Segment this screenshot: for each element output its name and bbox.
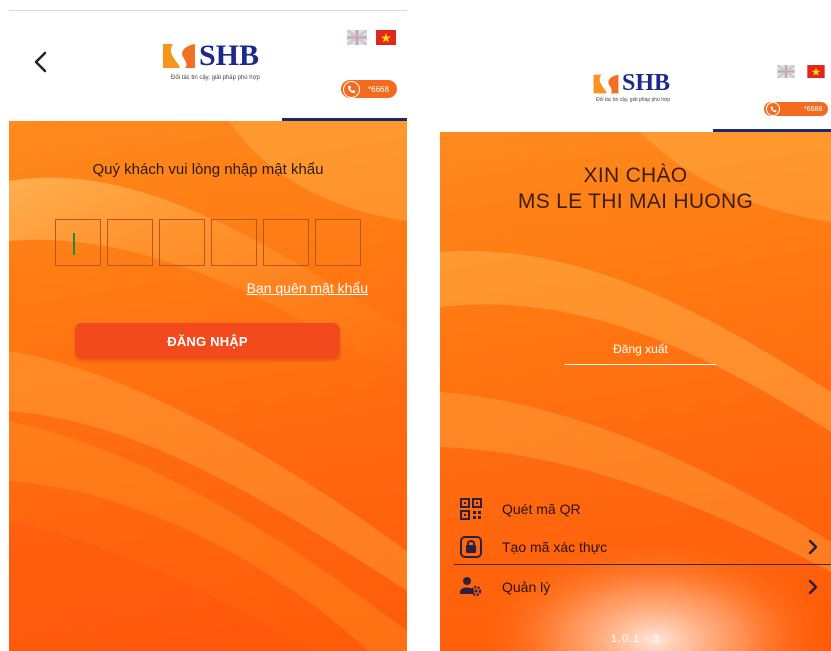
menu-divider <box>454 564 831 565</box>
pin-digit-6[interactable] <box>315 219 361 266</box>
menu-item-manage[interactable]: Quản lý <box>460 572 819 602</box>
forgot-password-link[interactable]: Bạn quên mật khẩu <box>247 280 368 296</box>
pin-digit-1[interactable] <box>55 219 101 266</box>
password-prompt: Quý khách vui lòng nhập mật khẩu <box>92 161 324 178</box>
brand-tagline: Đối tác tin cậy, giải pháp phù hợp <box>596 97 671 103</box>
menu-item-label: Tạo mã xác thực <box>502 539 608 555</box>
back-chevron-icon[interactable] <box>31 50 51 74</box>
wave-pattern <box>9 121 407 651</box>
vn-flag-icon[interactable] <box>806 65 826 78</box>
brand-tagline: Đối tác tin cậy, giải pháp phù hợp <box>171 75 260 81</box>
text-caret <box>73 233 75 255</box>
menu-item-create-otp[interactable]: Tạo mã xác thực <box>460 532 819 562</box>
en-flag-icon[interactable] <box>777 65 795 78</box>
logout-link[interactable]: Đăng xuất <box>565 342 716 365</box>
hotline-number: *6668 <box>368 84 389 94</box>
top-divider <box>9 10 407 11</box>
chevron-right-icon <box>808 539 818 555</box>
app-version: 1.0.1 - 3 <box>610 633 661 645</box>
orange-background: Quý khách vui lòng nhập mật khẩu Bạn quê… <box>9 121 407 651</box>
greeting-name: MS LE THI MAI HUONG <box>517 190 754 213</box>
vn-flag-icon[interactable] <box>376 30 396 45</box>
login-screen: SHB Đối tác tin cậy, giải pháp phù hợp *… <box>9 0 407 651</box>
pin-input-group[interactable] <box>55 219 361 266</box>
shb-logo: SHB Đối tác tin cậy, giải pháp phù hợp <box>592 70 702 109</box>
chevron-right-icon <box>808 579 818 595</box>
lock-icon <box>460 536 482 558</box>
shb-logo-mark-icon <box>593 74 619 94</box>
pin-digit-2[interactable] <box>107 219 153 266</box>
user-settings-icon <box>460 577 482 597</box>
brand-name: SHB <box>622 70 671 96</box>
phone-icon <box>343 80 360 98</box>
shb-logo-mark-icon <box>163 44 195 68</box>
menu-item-label: Quét mã QR <box>502 501 581 517</box>
hotline-number: *6688 <box>804 105 823 113</box>
menu-item-label: Quản lý <box>502 579 551 595</box>
qr-code-icon <box>460 498 482 520</box>
pin-digit-4[interactable] <box>211 219 257 266</box>
pin-digit-5[interactable] <box>263 219 309 266</box>
greeting-line-1: XIN CHÀO <box>583 164 688 187</box>
orange-background: XIN CHÀO MS LE THI MAI HUONG Đăng xuất Q… <box>440 132 831 651</box>
en-flag-icon[interactable] <box>347 30 367 45</box>
hotline-badge[interactable]: *6688 <box>764 102 828 116</box>
menu-item-scan-qr[interactable]: Quét mã QR <box>460 494 819 524</box>
brand-name: SHB <box>199 39 260 72</box>
pin-digit-3[interactable] <box>159 219 205 266</box>
phone-icon <box>766 102 780 116</box>
shb-logo: SHB Đối tác tin cậy, giải pháp phù hợp <box>161 39 301 88</box>
home-screen: SHB Đối tác tin cậy, giải pháp phù hợp *… <box>440 0 831 651</box>
login-button[interactable]: ĐĂNG NHẬP <box>75 323 340 359</box>
hotline-badge[interactable]: *6668 <box>341 80 397 98</box>
